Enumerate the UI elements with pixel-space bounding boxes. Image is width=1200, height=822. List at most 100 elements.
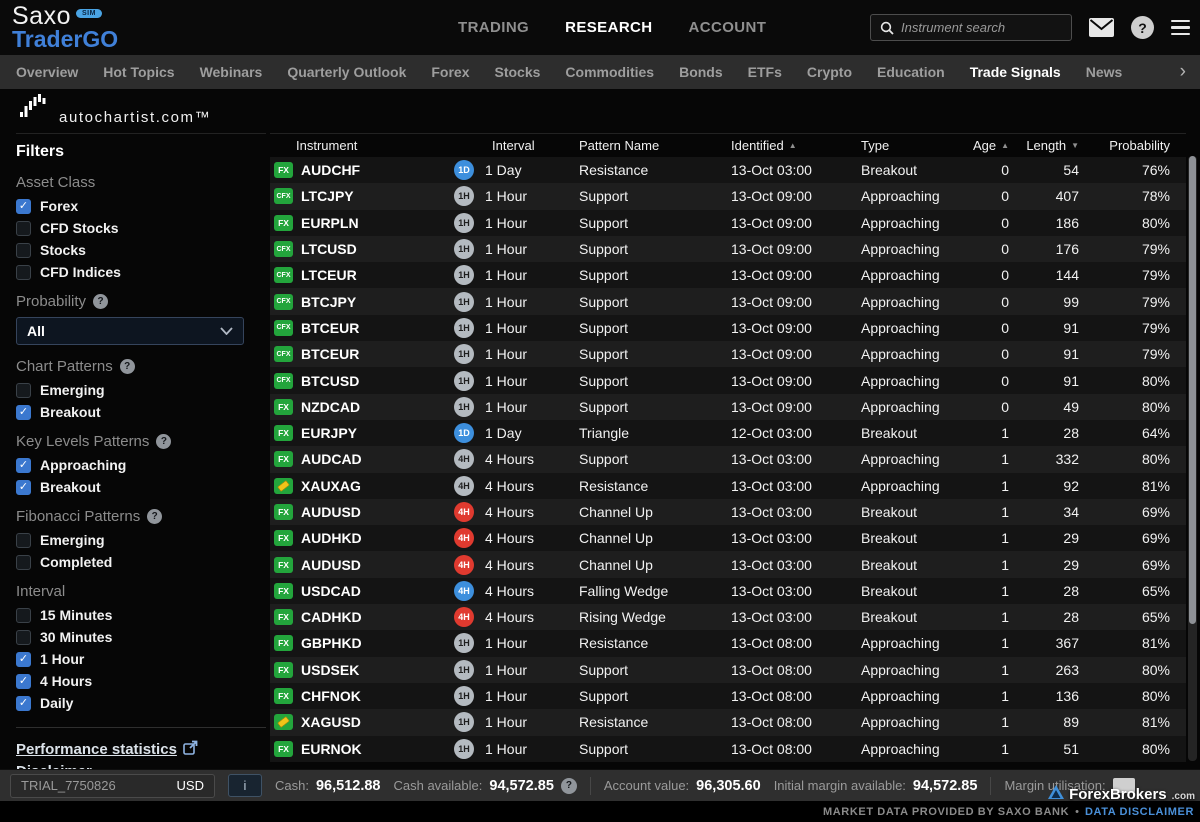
cell-identified: 13-Oct 08:00 [731, 662, 861, 678]
cell-probability: 80% [1079, 688, 1186, 704]
signal-row-xauxag[interactable]: XAUXAG4H4 HoursResistance13-Oct 03:00App… [270, 473, 1186, 499]
filter-option-approaching[interactable]: ✓Approaching [16, 457, 266, 473]
subnav-more-chevron[interactable]: › [1180, 55, 1186, 89]
signal-row-btcusd[interactable]: CFXBTCUSD1H1 HourSupport13-Oct 09:00Appr… [270, 367, 1186, 393]
top-nav-trading[interactable]: TRADING [458, 19, 529, 36]
signal-row-btceur[interactable]: CFXBTCEUR1H1 HourSupport13-Oct 09:00Appr… [270, 341, 1186, 367]
signal-row-cadhkd[interactable]: FXCADHKD4H4 HoursRising Wedge13-Oct 03:0… [270, 604, 1186, 630]
filter-option-completed[interactable]: Completed [16, 554, 266, 570]
filter-option-1-hour[interactable]: ✓1 Hour [16, 651, 266, 667]
saxo-tradergo-logo[interactable]: Saxo SIM TraderGO [12, 3, 118, 51]
filter-option-forex[interactable]: ✓Forex [16, 198, 266, 214]
checkbox-unchecked-icon [16, 555, 31, 570]
subnav-bonds[interactable]: Bonds [679, 64, 723, 80]
subnav-overview[interactable]: Overview [16, 64, 78, 80]
filter-option-daily[interactable]: ✓Daily [16, 695, 266, 711]
column-label: Probability [1109, 138, 1170, 153]
subnav-crypto[interactable]: Crypto [807, 64, 852, 80]
filter-option-4-hours[interactable]: ✓4 Hours [16, 673, 266, 689]
signal-row-audcad[interactable]: FXAUDCAD4H4 HoursSupport13-Oct 03:00Appr… [270, 446, 1186, 472]
interval-badge: 4H [454, 449, 474, 469]
signal-row-audhkd[interactable]: FXAUDHKD4H4 HoursChannel Up13-Oct 03:00B… [270, 525, 1186, 551]
top-nav-research[interactable]: RESEARCH [565, 19, 652, 36]
subnav-etfs[interactable]: ETFs [748, 64, 782, 80]
subnav-education[interactable]: Education [877, 64, 945, 80]
signal-row-ltcjpy[interactable]: CFXLTCJPY1H1 HourSupport13-Oct 09:00Appr… [270, 183, 1186, 209]
subnav-news[interactable]: News [1086, 64, 1123, 80]
column-header-interval[interactable]: Interval [454, 138, 579, 153]
subnav-webinars[interactable]: Webinars [200, 64, 263, 80]
cell-length: 54 [1009, 162, 1079, 178]
link-performance-statistics[interactable]: Performance statistics [16, 740, 266, 759]
subnav-trade-signals[interactable]: Trade Signals [970, 64, 1061, 80]
cell-instrument: FXEURPLN [274, 215, 454, 231]
signal-row-audchf[interactable]: FXAUDCHF1D1 DayResistance13-Oct 03:00Bre… [270, 157, 1186, 183]
scrollbar-thumb[interactable] [1189, 156, 1196, 624]
table-scrollbar[interactable] [1188, 156, 1197, 761]
help-icon[interactable]: ? [561, 778, 577, 794]
signal-row-chfnok[interactable]: FXCHFNOK1H1 HourSupport13-Oct 08:00Appro… [270, 683, 1186, 709]
instrument-search[interactable] [870, 14, 1072, 41]
subnav-hot-topics[interactable]: Hot Topics [103, 64, 174, 80]
interval-text: 1 Hour [485, 635, 527, 651]
subnav-quarterly-outlook[interactable]: Quarterly Outlook [287, 64, 406, 80]
column-header-instrument[interactable]: Instrument [274, 138, 454, 153]
menu-icon[interactable] [1171, 20, 1190, 36]
search-icon [880, 21, 894, 35]
filter-option-15-minutes[interactable]: 15 Minutes [16, 607, 266, 623]
top-nav-account[interactable]: ACCOUNT [689, 19, 767, 36]
mail-icon[interactable] [1089, 18, 1114, 37]
subnav-commodities[interactable]: Commodities [565, 64, 654, 80]
help-icon[interactable]: ? [147, 509, 162, 524]
filter-option-stocks[interactable]: Stocks [16, 242, 266, 258]
cell-pattern-name: Support [579, 662, 731, 678]
column-header-type[interactable]: Type [861, 138, 963, 153]
signal-row-eurnok[interactable]: FXEURNOK1H1 HourSupport13-Oct 08:00Appro… [270, 736, 1186, 762]
signal-row-btcjpy[interactable]: CFXBTCJPY1H1 HourSupport13-Oct 09:00Appr… [270, 288, 1186, 314]
filter-option-emerging[interactable]: Emerging [16, 532, 266, 548]
column-header-pattern-name[interactable]: Pattern Name [579, 138, 731, 153]
account-info-button[interactable]: i [228, 774, 262, 797]
help-icon[interactable]: ? [156, 434, 171, 449]
instrument-symbol: LTCJPY [301, 188, 354, 204]
cell-probability: 69% [1079, 557, 1186, 573]
filter-option-cfd-stocks[interactable]: CFD Stocks [16, 220, 266, 236]
column-header-age[interactable]: Age▲ [963, 138, 1009, 153]
column-header-identified[interactable]: Identified▲ [731, 138, 861, 153]
signal-row-audusd[interactable]: FXAUDUSD4H4 HoursChannel Up13-Oct 03:00B… [270, 499, 1186, 525]
column-header-probability[interactable]: Probability [1079, 138, 1186, 153]
signal-row-eurjpy[interactable]: FXEURJPY1D1 DayTriangle12-Oct 03:00Break… [270, 420, 1186, 446]
filter-option-cfd-indices[interactable]: CFD Indices [16, 264, 266, 280]
filter-option-30-minutes[interactable]: 30 Minutes [16, 629, 266, 645]
filter-option-emerging[interactable]: Emerging [16, 382, 266, 398]
interval-text: 4 Hours [485, 609, 534, 625]
signal-row-nzdcad[interactable]: FXNZDCAD1H1 HourSupport13-Oct 09:00Appro… [270, 394, 1186, 420]
signal-row-audusd[interactable]: FXAUDUSD4H4 HoursChannel Up13-Oct 03:00B… [270, 551, 1186, 577]
subnav-forex[interactable]: Forex [431, 64, 469, 80]
autochartist-brand-text: autochartist.com™ [59, 110, 211, 125]
subnav-stocks[interactable]: Stocks [494, 64, 540, 80]
cell-age: 1 [963, 557, 1009, 573]
data-disclaimer-link[interactable]: DATA DISCLAIMER [1085, 806, 1194, 818]
filter-option-breakout[interactable]: ✓Breakout [16, 404, 266, 420]
search-input[interactable] [901, 20, 1079, 35]
signal-row-ltcusd[interactable]: CFXLTCUSD1H1 HourSupport13-Oct 09:00Appr… [270, 236, 1186, 262]
signal-row-btceur[interactable]: CFXBTCEUR1H1 HourSupport13-Oct 09:00Appr… [270, 315, 1186, 341]
signal-row-xagusd[interactable]: XAGUSD1H1 HourResistance13-Oct 08:00Appr… [270, 709, 1186, 735]
filter-option-breakout[interactable]: ✓Breakout [16, 479, 266, 495]
signal-row-gbphkd[interactable]: FXGBPHKD1H1 HourResistance13-Oct 08:00Ap… [270, 630, 1186, 656]
help-icon[interactable]: ? [120, 359, 135, 374]
interval-text: 4 Hours [485, 451, 534, 467]
account-selector[interactable]: TRIAL_7750826 USD [10, 774, 215, 798]
cfx-badge-icon: CFX [274, 294, 293, 310]
signal-row-ltceur[interactable]: CFXLTCEUR1H1 HourSupport13-Oct 09:00Appr… [270, 262, 1186, 288]
signal-row-usdsek[interactable]: FXUSDSEK1H1 HourSupport13-Oct 08:00Appro… [270, 657, 1186, 683]
metric-label: Initial margin available: [774, 778, 906, 793]
help-icon[interactable]: ? [93, 294, 108, 309]
probability-dropdown[interactable]: All [16, 317, 244, 345]
column-header-length[interactable]: Length▼ [1009, 138, 1079, 153]
signal-row-usdcad[interactable]: FXUSDCAD4H4 HoursFalling Wedge13-Oct 03:… [270, 578, 1186, 604]
signal-row-eurpln[interactable]: FXEURPLN1H1 HourSupport13-Oct 09:00Appro… [270, 210, 1186, 236]
help-icon[interactable]: ? [1131, 16, 1154, 39]
metric-value: 96,305.60 [696, 778, 761, 794]
